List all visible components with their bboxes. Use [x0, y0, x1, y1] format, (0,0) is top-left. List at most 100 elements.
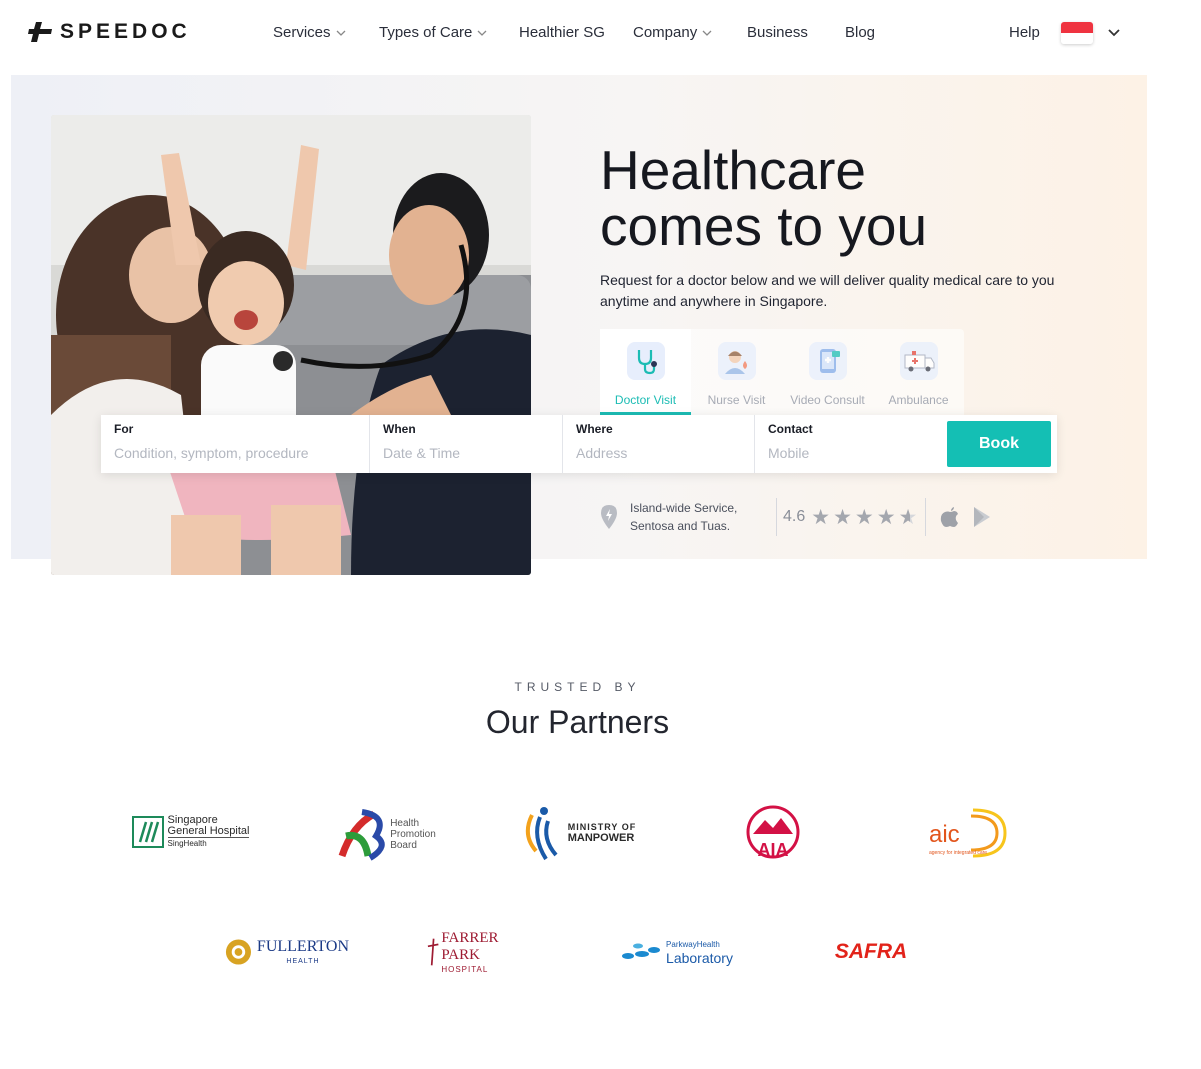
mobile-input[interactable] [768, 445, 936, 461]
field-label-where: Where [576, 422, 613, 436]
star-icon: ★ [811, 505, 831, 529]
nav-label: Blog [845, 24, 876, 41]
farrer-park-cross-icon [427, 938, 439, 966]
safra-text: SAFRA [834, 940, 908, 963]
half-star-icon: ★ [898, 505, 918, 529]
aic-mark-icon: aic agency for integrated care [929, 808, 1007, 858]
apple-store-icon[interactable] [940, 506, 960, 528]
farrer-line1: FARRER PARK [441, 929, 499, 963]
tab-label: Video Consult [790, 393, 865, 407]
address-input[interactable] [576, 445, 746, 461]
aia-logo: AIA [745, 804, 801, 862]
field-for: For [101, 415, 369, 473]
date-time-input[interactable] [383, 445, 554, 461]
field-label-for: For [114, 422, 134, 436]
field-where: Where [562, 415, 754, 473]
nav-healthier-sg[interactable]: Healthier SG [519, 24, 605, 41]
chevron-down-icon [702, 30, 712, 36]
field-when: When [369, 415, 562, 473]
nav-label: Types of Care [379, 24, 473, 41]
hero-subtitle: Request for a doctor below and we will d… [600, 272, 1055, 309]
location-pin-icon [601, 505, 617, 529]
aic-text: aic [929, 821, 960, 848]
sgh-logo: Singapore General Hospital SingHealth [128, 810, 253, 854]
parkway-dots-icon [622, 943, 661, 959]
nav-label: Healthier SG [519, 24, 605, 41]
booking-form: For When Where Contact Book [101, 415, 1057, 473]
mom-logo: MINISTRY OF MANPOWER [520, 804, 638, 862]
parkway-line2: Laboratory [666, 949, 733, 966]
fullerton-line1: FULLERTON [256, 937, 349, 955]
fullerton-line2: HEALTH [286, 957, 320, 965]
tab-doctor-visit[interactable]: Doctor Visit [600, 329, 691, 415]
fullerton-logo: FULLERTON HEALTH [224, 935, 349, 969]
ambulance-icon [899, 342, 938, 380]
hero-stats: Island-wide Service, Sentosa and Tuas. 4… [600, 497, 998, 537]
video-consult-icon [808, 342, 847, 380]
tab-label: Nurse Visit [707, 393, 766, 407]
google-play-icon[interactable] [972, 506, 992, 528]
nav-business[interactable]: Business [747, 24, 808, 41]
rating-value: 4.6 [783, 508, 806, 525]
service-area-text: Island-wide Service, Sentosa and Tuas. [630, 501, 738, 533]
tab-video-consult[interactable]: Video Consult [782, 329, 873, 415]
nurse-icon [717, 342, 756, 380]
safra-logo: SAFRA [830, 937, 912, 967]
aia-text: AIA [758, 840, 789, 860]
stethoscope-icon [626, 342, 665, 380]
farrer-line2: HOSPITAL [441, 964, 489, 974]
star-icon: ★ [876, 505, 896, 529]
field-label-contact: Contact [768, 422, 813, 436]
hpb-logo: Health Promotion Board [330, 805, 440, 863]
mom-line2: MANPOWER [567, 832, 635, 844]
rating-stars: ★ ★ ★ ★ ★ [811, 507, 917, 528]
speedoc-cross-icon [28, 22, 52, 42]
tab-label: Ambulance [888, 393, 949, 407]
chevron-down-icon[interactable] [1108, 29, 1120, 37]
singapore-flag-icon[interactable] [1061, 22, 1093, 44]
site-header: SPEEDOC Services Types of Care Healthier… [0, 0, 1201, 70]
aic-logo: aic agency for integrated care [925, 804, 1010, 862]
nav-label: Business [747, 24, 808, 41]
farrer-park-logo: FARRER PARK HOSPITAL [426, 930, 536, 974]
partners-title: Our Partners [485, 704, 670, 740]
hero-illustration [51, 115, 531, 575]
hero-title: Healthcare comes to you [600, 142, 927, 254]
aia-mark-icon: AIA [746, 805, 800, 860]
hpb-line2: Promotion [390, 828, 436, 840]
nav-blog[interactable]: Blog [845, 24, 875, 41]
parkway-line1: ParkwayHealth [666, 939, 720, 949]
nav-company[interactable]: Company [633, 24, 712, 41]
hero-title-line1: Healthcare [600, 139, 866, 201]
help-link[interactable]: Help [1009, 24, 1040, 41]
aic-tagline: agency for integrated care [929, 850, 987, 856]
book-button[interactable]: Book [947, 421, 1051, 467]
tab-nurse-visit[interactable]: Nurse Visit [691, 329, 782, 415]
sgh-line2: General Hospital [167, 825, 250, 838]
star-icon: ★ [854, 505, 874, 529]
partners-eyebrow: TRUSTED BY [514, 680, 641, 694]
star-icon: ★ [833, 505, 852, 529]
mom-mark-icon [525, 807, 558, 861]
care-type-tabs: Doctor Visit Nurse Visit Video Consult A… [600, 329, 964, 415]
tab-label: Doctor Visit [614, 393, 677, 407]
nav-label: Company [633, 24, 698, 41]
tab-ambulance[interactable]: Ambulance [873, 329, 964, 415]
field-label-when: When [383, 422, 416, 436]
hero-photo-family-doctor [51, 115, 531, 575]
parkway-lab-logo: ParkwayHealth Laboratory [614, 935, 739, 969]
divider [925, 498, 927, 536]
sgh-mark-icon [131, 816, 164, 848]
nav-services[interactable]: Services [273, 24, 346, 41]
chevron-down-icon [477, 30, 487, 36]
hero-title-line2: comes to you [600, 195, 928, 257]
fullerton-lion-icon [225, 939, 251, 965]
sgh-line3: SingHealth [167, 839, 207, 848]
hpb-mark-icon [338, 809, 385, 861]
chevron-down-icon [336, 30, 345, 36]
divider [776, 498, 777, 536]
speedoc-logo[interactable]: SPEEDOC [26, 20, 191, 44]
condition-input[interactable] [114, 445, 357, 461]
field-contact: Contact [754, 415, 944, 473]
nav-types-of-care[interactable]: Types of Care [379, 24, 487, 41]
